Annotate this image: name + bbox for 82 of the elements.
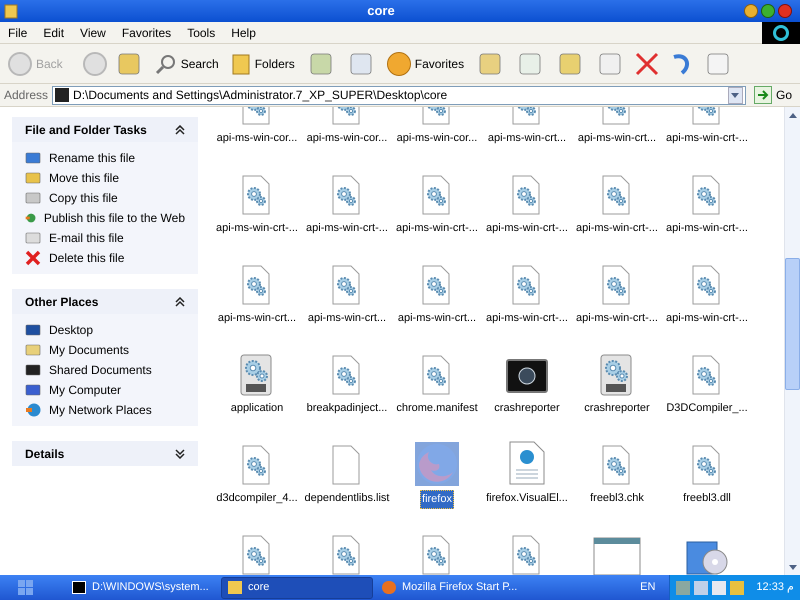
maximize-button[interactable] (761, 4, 775, 18)
menu-item[interactable]: Edit (35, 24, 72, 42)
file-name[interactable]: breakpadinject... (306, 400, 388, 416)
globe-fox-icon (415, 442, 459, 486)
language-indicator[interactable]: EN (640, 579, 656, 596)
file-name[interactable]: api-ms-win-crt-... (485, 310, 569, 326)
file-name[interactable]: api-ms-win-crt-... (485, 220, 569, 236)
tray-icon[interactable] (694, 580, 708, 594)
menu-item[interactable]: View (72, 24, 114, 42)
file-name[interactable]: api-ms-win-cor... (396, 130, 478, 146)
minimize-button[interactable] (744, 4, 758, 18)
file-name[interactable]: api-ms-win-cor... (306, 130, 388, 146)
scroll-down-icon[interactable] (788, 564, 796, 570)
address-label: Address (4, 87, 48, 104)
collapse-chevron-icon[interactable] (175, 296, 185, 306)
file-name[interactable]: crashreporter (493, 400, 561, 416)
go-button[interactable]: Go (750, 86, 796, 104)
taskbar-button[interactable]: D:\WINDOWS\system... (66, 576, 218, 598)
dropdown-button[interactable] (728, 86, 743, 104)
file-name[interactable]: freebl3.dll (682, 490, 732, 506)
tray-icon[interactable] (712, 580, 726, 594)
search-button[interactable]: Search (150, 46, 223, 80)
panel-title[interactable]: Details (25, 444, 64, 462)
caret-icon (731, 92, 740, 98)
favorites-button[interactable]: Favorites (382, 46, 468, 80)
file-name[interactable]: firefox.VisualEl... (485, 490, 569, 506)
file-name[interactable]: api-ms-win-cor... (216, 130, 298, 146)
file-name[interactable]: api-ms-win-crt... (576, 130, 658, 146)
window-icon (593, 536, 641, 575)
window-title: core (366, 2, 396, 20)
location-icon (55, 88, 70, 102)
file-name[interactable]: api-ms-win-crt-... (665, 310, 749, 326)
task-link[interactable]: Publish this file to the Web (44, 209, 185, 227)
file-name[interactable]: api-ms-win-crt-... (215, 220, 299, 236)
taskbar-button[interactable]: core (221, 576, 373, 598)
file-name[interactable]: api-ms-win-crt... (216, 310, 298, 326)
address-field[interactable]: D:\Documents and Settings\Administrator.7_XP_SUPER\Desktop\core (52, 86, 746, 104)
file-name[interactable]: api-ms-win-crt... (486, 130, 568, 146)
task-link[interactable]: My Documents (49, 341, 130, 359)
expand-chevron-icon[interactable] (175, 448, 185, 458)
file-name[interactable]: api-ms-win-crt-... (395, 220, 479, 236)
folders-button[interactable]: Folders (226, 46, 299, 80)
task-link[interactable]: Rename this file (49, 149, 136, 167)
file-name[interactable]: d3dcompiler_4... (215, 490, 299, 506)
network-globe-icon (25, 402, 41, 418)
file-name[interactable]: freebl3.chk (589, 490, 645, 506)
file-name[interactable]: api-ms-win-crt-... (665, 220, 749, 236)
scroll-up-icon[interactable] (788, 112, 796, 118)
task-link[interactable]: Desktop (49, 321, 94, 339)
task-link[interactable]: Copy this file (49, 189, 118, 207)
clock: 12:33 م (756, 580, 794, 596)
tray-icon[interactable] (730, 580, 744, 594)
file-name[interactable]: dependentlibs.list (303, 490, 390, 506)
file-name[interactable]: api-ms-win-crt-... (575, 310, 659, 326)
file-name[interactable]: chrome.manifest (395, 400, 479, 416)
close-button[interactable] (778, 4, 792, 18)
menu-item[interactable]: File (0, 24, 36, 42)
task-link[interactable]: E-mail this file (49, 229, 124, 247)
throbber-logo (762, 22, 800, 44)
file-name[interactable]: D3DCompiler_... (665, 400, 749, 416)
file-name[interactable]: api-ms-win-crt... (306, 310, 388, 326)
menu-item[interactable]: Help (223, 24, 264, 42)
file-name[interactable]: api-ms-win-crt... (396, 310, 478, 326)
search-icon (154, 52, 177, 74)
task-link[interactable]: Shared Documents (49, 361, 152, 379)
crash-reporter-icon (505, 356, 549, 396)
task-link[interactable]: My Network Places (49, 401, 152, 419)
task-link[interactable]: My Computer (49, 381, 122, 399)
file-name[interactable]: application (230, 400, 284, 416)
task-link[interactable]: Move this file (49, 169, 120, 187)
menu-item[interactable]: Favorites (114, 24, 180, 42)
file-name[interactable]: api-ms-win-crt-... (665, 130, 749, 146)
collapse-chevron-icon[interactable] (175, 124, 185, 134)
delete-icon (25, 250, 41, 266)
file-name[interactable]: api-ms-win-crt-... (575, 220, 659, 236)
file-name[interactable]: firefox (420, 490, 454, 508)
scrollbar[interactable] (784, 107, 800, 575)
task-link[interactable]: Delete this file (49, 249, 124, 267)
menu-item[interactable]: Tools (179, 24, 224, 42)
file-name[interactable]: api-ms-win-crt-... (305, 220, 389, 236)
file-name[interactable]: crashreporter (583, 400, 651, 416)
taskbar-button[interactable]: Mozilla Firefox Start P... (376, 576, 528, 598)
